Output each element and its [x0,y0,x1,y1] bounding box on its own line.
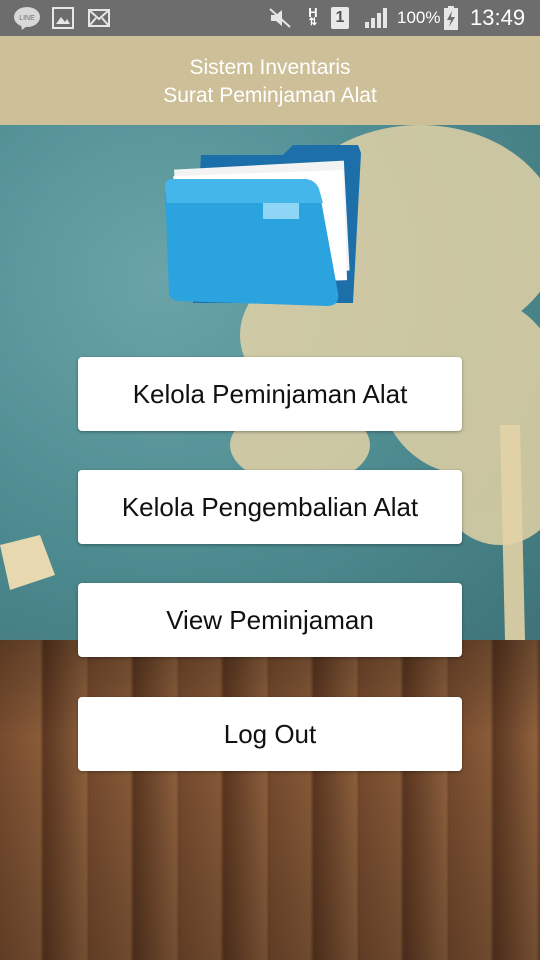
kelola-peminjaman-button[interactable]: Kelola Peminjaman Alat [78,357,462,431]
log-out-button[interactable]: Log Out [78,697,462,771]
sim-icon: 1 [331,7,349,29]
folder-icon [163,143,363,308]
battery-percent: 100% [397,8,441,27]
status-bar: LINE H ⇅ 1 100% 13:49 [0,0,540,36]
mail-icon [88,6,110,30]
signal-icon [364,6,390,30]
view-peminjaman-label: View Peminjaman [166,604,374,635]
h-network-icon: H ⇅ [308,5,318,28]
battery-icon [444,6,458,30]
app-bar: Sistem Inventaris Surat Peminjaman Alat [0,36,540,125]
view-peminjaman-button[interactable]: View Peminjaman [78,583,462,657]
app-title-line2: Surat Peminjaman Alat [163,84,377,107]
mute-icon [268,6,292,30]
gallery-icon [52,6,74,30]
line-icon: LINE [12,6,42,30]
app-title-line1: Sistem Inventaris [189,56,351,79]
svg-text:LINE: LINE [19,15,35,22]
log-out-label: Log Out [223,718,317,749]
clock: 13:49 [470,5,526,30]
kelola-pengembalian-label: Kelola Pengembalian Alat [121,491,419,522]
background-floor [0,640,540,960]
kelola-pengembalian-button[interactable]: Kelola Pengembalian Alat [78,470,462,544]
kelola-peminjaman-label: Kelola Peminjaman Alat [132,378,408,409]
sim-label: 1 [335,9,345,26]
